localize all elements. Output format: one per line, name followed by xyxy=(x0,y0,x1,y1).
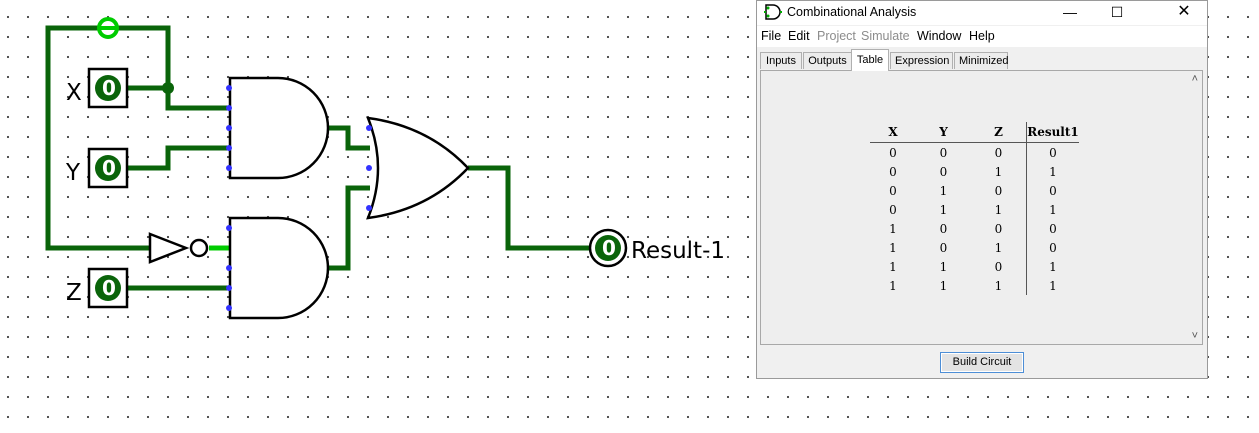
input-label-x: X xyxy=(66,80,82,106)
column-header: X xyxy=(870,122,916,143)
table-cell: 1 xyxy=(939,278,948,293)
minimize-icon[interactable]: — xyxy=(1047,1,1093,23)
truth-table: X Y Z Result1 0 0 0 0 0 0 1 1 0 1 0 0 0 … xyxy=(870,122,1079,295)
table-row: 1 1 0 1 xyxy=(870,257,1079,276)
table-cell: 0 xyxy=(994,221,1003,236)
input-pin-z[interactable]: Z 0 xyxy=(66,267,129,309)
tab-inputs[interactable]: Inputs xyxy=(760,52,802,69)
scroll-down-icon[interactable]: ˅ xyxy=(1192,330,1198,342)
table-cell-output[interactable]: 1 xyxy=(1026,276,1079,295)
input-value-z: 0 xyxy=(102,276,116,300)
logisim-app-icon xyxy=(764,4,782,20)
wire-and1-to-or xyxy=(328,125,370,151)
menu-file[interactable]: File xyxy=(761,29,781,43)
tab-outputs[interactable]: Outputs xyxy=(803,52,852,69)
table-cell: 1 xyxy=(994,164,1003,179)
table-cell-output[interactable]: 0 xyxy=(1026,219,1079,238)
table-row: 0 1 0 0 xyxy=(870,181,1079,200)
and-gate-bottom[interactable] xyxy=(228,216,330,320)
or-gate[interactable] xyxy=(366,116,470,220)
table-cell: 0 xyxy=(889,183,897,198)
table-cell: 1 xyxy=(889,240,897,255)
table-cell-output[interactable]: 0 xyxy=(1026,238,1079,257)
build-circuit-button[interactable]: Build Circuit xyxy=(940,352,1024,373)
menu-simulate[interactable]: Simulate xyxy=(861,29,910,43)
table-cell: 0 xyxy=(939,240,948,255)
maximize-icon[interactable]: ☐ xyxy=(1094,1,1140,23)
table-cell: 1 xyxy=(889,221,897,236)
output-value: 0 xyxy=(602,236,616,260)
output-label: Result-1 xyxy=(631,238,725,264)
menu-project[interactable]: Project xyxy=(817,29,856,43)
wire-x-loop xyxy=(45,25,150,251)
table-cell: 1 xyxy=(939,259,948,274)
input-label-z: Z xyxy=(66,280,82,306)
table-cell-output[interactable]: 1 xyxy=(1026,162,1079,181)
column-header: Y xyxy=(916,122,971,143)
column-header: Z xyxy=(971,122,1027,143)
table-cell: 1 xyxy=(889,259,897,274)
table-row: 1 0 0 0 xyxy=(870,219,1079,238)
input-pin-x[interactable]: X 0 xyxy=(66,67,129,109)
table-cell: 0 xyxy=(939,164,948,179)
close-icon[interactable]: ✕ xyxy=(1161,1,1207,23)
input-value-y: 0 xyxy=(102,156,116,180)
wire-or-to-output xyxy=(468,165,592,251)
column-header: Result1 xyxy=(1026,122,1079,143)
circuit-canvas[interactable]: X 0 Y 0 Z 0 0 Result-1 xyxy=(0,0,756,433)
tab-minimized[interactable]: Minimized xyxy=(954,52,1009,69)
table-row: 0 1 1 1 xyxy=(870,200,1079,219)
not-gate-bubble xyxy=(189,238,209,258)
table-cell: 1 xyxy=(889,278,897,293)
table-cell: 1 xyxy=(939,183,948,198)
table-cell-output[interactable]: 0 xyxy=(1026,142,1079,162)
input-pin-y[interactable]: Y 0 xyxy=(65,147,129,189)
menu-help[interactable]: Help xyxy=(969,29,995,43)
wire-y-input xyxy=(128,145,230,171)
and-gate-top[interactable] xyxy=(228,76,330,180)
output-pin-result[interactable]: 0 Result-1 xyxy=(588,228,725,268)
table-panel: ˄ X Y Z Result1 0 0 0 0 0 0 1 1 0 1 0 0 … xyxy=(760,70,1203,345)
table-row: 1 1 1 1 xyxy=(870,276,1079,295)
table-row: 0 0 0 0 xyxy=(870,142,1079,162)
wire-junction xyxy=(162,82,174,94)
combinational-analysis-window: Combinational Analysis — ☐ ✕ File Edit P… xyxy=(756,0,1208,379)
input-label-y: Y xyxy=(65,160,81,186)
menu-bar: File Edit Project Simulate Window Help xyxy=(757,26,1207,47)
table-cell-output[interactable]: 0 xyxy=(1026,181,1079,200)
window-titlebar[interactable]: Combinational Analysis — ☐ ✕ xyxy=(757,1,1207,25)
table-cell: 0 xyxy=(889,145,897,160)
table-cell-output[interactable]: 1 xyxy=(1026,257,1079,276)
table-cell: 0 xyxy=(994,183,1003,198)
table-cell: 0 xyxy=(939,145,948,160)
table-cell: 1 xyxy=(939,202,948,217)
table-cell: 0 xyxy=(994,259,1003,274)
scroll-up-icon[interactable]: ˄ xyxy=(1192,73,1198,85)
wire-and2-to-or xyxy=(328,185,370,271)
not-gate[interactable] xyxy=(148,232,190,264)
table-header-row: X Y Z Result1 xyxy=(870,122,1079,143)
table-cell: 1 xyxy=(994,278,1003,293)
tab-expression[interactable]: Expression xyxy=(890,52,953,69)
window-title: Combinational Analysis xyxy=(787,5,917,19)
table-cell: 1 xyxy=(994,240,1003,255)
table-cell: 0 xyxy=(939,221,948,236)
tab-table[interactable]: Table xyxy=(851,49,889,71)
table-cell: 1 xyxy=(994,202,1003,217)
table-cell: 0 xyxy=(889,164,897,179)
table-row: 0 0 1 1 xyxy=(870,162,1079,181)
table-cell-output[interactable]: 1 xyxy=(1026,200,1079,219)
input-value-x: 0 xyxy=(102,76,116,100)
table-row: 1 0 1 0 xyxy=(870,238,1079,257)
menu-edit[interactable]: Edit xyxy=(788,29,810,43)
table-cell: 0 xyxy=(889,202,897,217)
table-cell: 0 xyxy=(994,145,1003,160)
menu-window[interactable]: Window xyxy=(917,29,961,43)
